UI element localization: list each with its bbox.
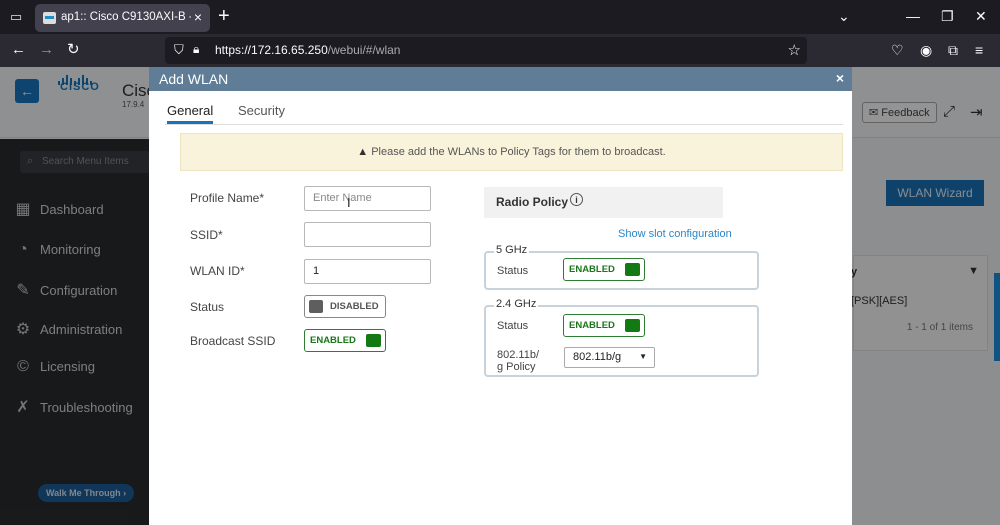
tab-general[interactable]: General xyxy=(167,103,214,124)
modal-close-icon[interactable]: × xyxy=(836,70,844,86)
profile-name-label: Profile Name* xyxy=(190,191,265,205)
profile-name-input[interactable]: Enter Name xyxy=(304,186,431,211)
pocket-icon[interactable]: ♡ xyxy=(891,42,904,59)
status-toggle[interactable]: DISABLED xyxy=(304,295,386,318)
wlan-id-input[interactable]: 1 xyxy=(304,259,431,284)
wlan-id-label: WLAN ID* xyxy=(190,264,245,278)
toggle-knob xyxy=(309,300,323,313)
band-24ghz-group: 2.4 GHz Status ENABLED 802.11b/ g Policy… xyxy=(484,298,759,377)
toggle-knob xyxy=(625,319,640,332)
tab-overflow-chevron-icon[interactable]: ⌄ xyxy=(838,8,850,25)
tab-list-icon[interactable]: ▭ xyxy=(8,9,24,25)
band-5ghz-group: 5 GHz Status ENABLED xyxy=(484,244,759,290)
back-arrow-icon[interactable]: ← xyxy=(11,41,26,59)
browser-nav-bar: ← → ↻ ⛉ 🔒︎ https://172.16.65.250/webui/#… xyxy=(0,34,1000,67)
warning-icon: ▲ xyxy=(357,146,369,158)
extensions-icon[interactable]: ⧉ xyxy=(948,42,958,59)
toggle-knob xyxy=(625,263,640,276)
toggle-knob xyxy=(366,334,381,347)
tracking-shield-icon[interactable]: ⛉ xyxy=(174,42,184,58)
lock-icon[interactable]: 🔒︎ xyxy=(193,42,199,57)
show-slot-configuration-link[interactable]: Show slot configuration xyxy=(618,228,732,240)
policy-label-line2: g Policy xyxy=(497,361,536,373)
broadcast-ssid-toggle[interactable]: ENABLED xyxy=(304,329,386,352)
policy-label-line1: 802.11b/ xyxy=(497,349,540,361)
cisco-favicon-icon xyxy=(43,12,56,24)
account-icon[interactable]: ◉ xyxy=(920,42,932,59)
broadcast-ssid-label: Broadcast SSID xyxy=(190,334,276,348)
chevron-down-icon: ▼ xyxy=(639,352,647,361)
band-24ghz-legend: 2.4 GHz xyxy=(494,298,539,310)
text-cursor-icon: I xyxy=(347,195,351,210)
band-24ghz-policy-select[interactable]: 802.11b/g ▼ xyxy=(564,347,655,368)
modal-tabs: General Security xyxy=(165,103,843,125)
band-24ghz-status-toggle[interactable]: ENABLED xyxy=(563,314,645,337)
restore-icon[interactable]: ❐ xyxy=(941,8,954,25)
band-5ghz-status-toggle[interactable]: ENABLED xyxy=(563,258,645,281)
menu-icon[interactable]: ≡ xyxy=(975,42,983,58)
browser-tab[interactable]: ap1:: Cisco C9130AXI-B - Configu × xyxy=(35,4,210,32)
info-icon[interactable]: i xyxy=(570,193,583,206)
forward-arrow-icon[interactable]: → xyxy=(39,41,54,59)
ssid-label: SSID* xyxy=(190,228,223,242)
band-5ghz-status-label: Status xyxy=(497,265,529,277)
new-tab-button[interactable]: + xyxy=(218,6,230,26)
modal-header: Add WLAN × xyxy=(149,67,852,91)
modal-title: Add WLAN xyxy=(159,71,229,87)
url-text[interactable]: https://172.16.65.250/webui/#/wlan xyxy=(215,43,400,57)
window-close-icon[interactable]: ✕ xyxy=(975,8,987,25)
tab-title: ap1:: Cisco C9130AXI-B - Configu xyxy=(61,11,191,23)
radio-policy-title: Radio Policy xyxy=(496,195,569,209)
band-24ghz-status-label: Status xyxy=(497,320,529,332)
url-bar[interactable]: ⛉ 🔒︎ https://172.16.65.250/webui/#/wlan … xyxy=(165,37,807,64)
tab-security[interactable]: Security xyxy=(238,103,285,122)
bookmark-star-icon[interactable]: ☆ xyxy=(788,41,801,59)
ssid-input[interactable] xyxy=(304,222,431,247)
reload-icon[interactable]: ↻ xyxy=(67,41,80,59)
add-wlan-modal: Add WLAN × General Security ▲ Please add … xyxy=(149,67,852,525)
status-label: Status xyxy=(190,300,225,314)
minimize-icon[interactable]: — xyxy=(906,8,920,24)
browser-tab-strip: ▭ ap1:: Cisco C9130AXI-B - Configu × + ⌄… xyxy=(0,0,1000,34)
policy-tag-notice: ▲ Please add the WLANs to Policy Tags for… xyxy=(180,133,843,171)
tab-close-icon[interactable]: × xyxy=(194,9,202,25)
radio-policy-header: Radio Policy i xyxy=(484,187,723,218)
band-5ghz-legend: 5 GHz xyxy=(494,244,530,256)
